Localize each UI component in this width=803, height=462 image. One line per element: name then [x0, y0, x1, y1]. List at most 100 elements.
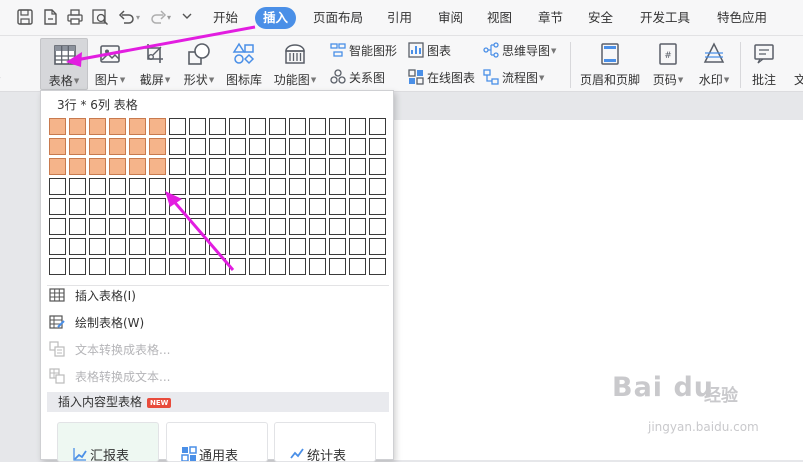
relation-chart-button[interactable]: 关系图 [330, 68, 385, 88]
grid-cell[interactable] [189, 158, 206, 175]
template-general-table[interactable]: 通用表 [166, 422, 268, 462]
grid-cell[interactable] [149, 138, 166, 155]
grid-cell[interactable] [149, 198, 166, 215]
grid-cell[interactable] [49, 118, 66, 135]
grid-cell[interactable] [309, 118, 326, 135]
grid-cell[interactable] [369, 218, 386, 235]
grid-cell[interactable] [169, 178, 186, 195]
grid-cell[interactable] [289, 138, 306, 155]
tab-special-features[interactable]: 特色应用 [717, 7, 767, 29]
flowchart-button[interactable]: 流程图▼ [483, 68, 544, 88]
grid-cell[interactable] [149, 218, 166, 235]
grid-cell[interactable] [269, 238, 286, 255]
undo-icon[interactable] [117, 8, 135, 26]
grid-cell[interactable] [309, 178, 326, 195]
tab-security[interactable]: 安全 [588, 7, 613, 29]
table-to-text-item[interactable]: 表格转换成文本... [49, 366, 170, 388]
grid-cell[interactable] [189, 238, 206, 255]
grid-cell[interactable] [249, 238, 266, 255]
grid-cell[interactable] [49, 238, 66, 255]
tab-insert[interactable]: 插入 [255, 7, 296, 29]
grid-cell[interactable] [289, 118, 306, 135]
grid-cell[interactable] [189, 178, 206, 195]
grid-cell[interactable] [49, 138, 66, 155]
tab-references[interactable]: 引用 [387, 7, 412, 29]
grid-cell[interactable] [169, 258, 186, 275]
grid-cell[interactable] [149, 178, 166, 195]
insert-table-item[interactable]: 插入表格(I) [49, 285, 136, 307]
grid-cell[interactable] [49, 218, 66, 235]
smart-art-button[interactable]: 智能图形 [330, 41, 397, 61]
grid-cell[interactable] [369, 138, 386, 155]
grid-cell[interactable] [349, 178, 366, 195]
grid-cell[interactable] [229, 258, 246, 275]
grid-cell[interactable] [189, 218, 206, 235]
comment-button[interactable]: 批注 [740, 38, 788, 90]
grid-cell[interactable] [209, 178, 226, 195]
redo-dropdown-icon[interactable]: ▾ [167, 13, 171, 22]
grid-cell[interactable] [69, 118, 86, 135]
grid-cell[interactable] [129, 218, 146, 235]
template-report-table[interactable]: 汇报表 [57, 422, 159, 462]
export-pdf-icon[interactable] [41, 8, 59, 26]
grid-cell[interactable] [249, 138, 266, 155]
tab-chapter[interactable]: 章节 [538, 7, 563, 29]
grid-cell[interactable] [249, 198, 266, 215]
grid-cell[interactable] [329, 118, 346, 135]
grid-cell[interactable] [229, 118, 246, 135]
grid-cell[interactable] [269, 138, 286, 155]
grid-cell[interactable] [369, 198, 386, 215]
grid-cell[interactable] [189, 198, 206, 215]
grid-cell[interactable] [209, 118, 226, 135]
grid-cell[interactable] [309, 138, 326, 155]
grid-cell[interactable] [309, 218, 326, 235]
grid-cell[interactable] [309, 258, 326, 275]
grid-cell[interactable] [169, 118, 186, 135]
grid-cell[interactable] [69, 238, 86, 255]
grid-cell[interactable] [149, 118, 166, 135]
grid-cell[interactable] [129, 138, 146, 155]
tab-review[interactable]: 审阅 [438, 7, 463, 29]
grid-cell[interactable] [269, 258, 286, 275]
grid-cell[interactable] [89, 158, 106, 175]
grid-cell[interactable] [329, 198, 346, 215]
text-group-button[interactable]: 文 [788, 38, 803, 90]
grid-cell[interactable] [149, 258, 166, 275]
grid-cell[interactable] [329, 178, 346, 195]
tab-home[interactable]: 开始 [213, 7, 238, 29]
grid-cell[interactable] [269, 218, 286, 235]
grid-cell[interactable] [229, 218, 246, 235]
grid-cell[interactable] [229, 138, 246, 155]
grid-cell[interactable] [89, 258, 106, 275]
grid-cell[interactable] [249, 158, 266, 175]
grid-cell[interactable] [169, 158, 186, 175]
grid-cell[interactable] [169, 218, 186, 235]
grid-cell[interactable] [189, 118, 206, 135]
grid-cell[interactable] [209, 138, 226, 155]
grid-cell[interactable] [189, 258, 206, 275]
grid-cell[interactable] [149, 238, 166, 255]
tab-page-layout[interactable]: 页面布局 [313, 7, 363, 29]
undo-dropdown-icon[interactable]: ▾ [136, 13, 140, 22]
grid-cell[interactable] [289, 218, 306, 235]
print-icon[interactable] [66, 8, 84, 26]
grid-cell[interactable] [109, 238, 126, 255]
grid-cell[interactable] [329, 158, 346, 175]
grid-cell[interactable] [129, 238, 146, 255]
grid-cell[interactable] [89, 198, 106, 215]
grid-cell[interactable] [209, 218, 226, 235]
grid-cell[interactable] [329, 258, 346, 275]
grid-cell[interactable] [109, 198, 126, 215]
grid-cell[interactable] [249, 258, 266, 275]
mind-map-button[interactable]: 思维导图▼ [483, 41, 556, 61]
grid-cell[interactable] [369, 258, 386, 275]
online-chart-button[interactable]: 在线图表 [408, 68, 475, 88]
grid-cell[interactable] [349, 218, 366, 235]
grid-cell[interactable] [49, 258, 66, 275]
grid-cell[interactable] [269, 158, 286, 175]
grid-cell[interactable] [69, 158, 86, 175]
grid-cell[interactable] [289, 178, 306, 195]
grid-cell[interactable] [229, 238, 246, 255]
grid-cell[interactable] [229, 198, 246, 215]
grid-cell[interactable] [49, 158, 66, 175]
